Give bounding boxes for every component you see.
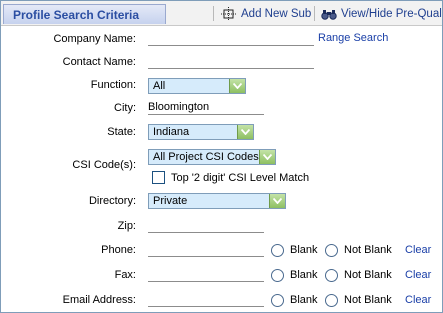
state-label: State: [107, 126, 136, 138]
directory-selected-value: Private [153, 195, 188, 207]
email-blank-radio[interactable] [271, 294, 284, 307]
fax-blank-radio[interactable] [271, 269, 284, 282]
directory-select[interactable]: Private [148, 193, 286, 209]
function-select[interactable]: All [148, 78, 246, 94]
zip-field[interactable] [148, 218, 264, 233]
city-field[interactable]: Bloomington [148, 100, 264, 115]
csi-codes-select[interactable]: All Project CSI Codes [148, 149, 276, 165]
add-new-sub-label: Add New Sub [241, 7, 312, 20]
phone-blank-radio[interactable] [271, 244, 284, 257]
fax-clear-link[interactable]: Clear [405, 269, 431, 281]
function-label: Function: [90, 79, 136, 91]
csi-codes-selected-value: All Project CSI Codes [153, 151, 259, 163]
view-hide-prequal-button[interactable]: View/Hide Pre-Qual C [321, 5, 443, 22]
function-selected-value: All [153, 80, 166, 92]
csi-level-match-checkbox[interactable] [152, 171, 165, 184]
email-not-blank-radio[interactable] [325, 294, 338, 307]
email-label: Email Address: [62, 294, 136, 306]
panel-title-tab[interactable]: Profile Search Criteria [3, 4, 166, 24]
state-selected-value: Indiana [153, 126, 190, 138]
phone-not-blank-label: Not Blank [344, 244, 392, 256]
state-select[interactable]: Indiana [148, 124, 254, 140]
phone-not-blank-radio[interactable] [325, 244, 338, 257]
toolbar: Profile Search Criteria Add New Sub View… [1, 1, 443, 26]
phone-blank-label: Blank [290, 244, 318, 256]
add-new-sub-button[interactable]: Add New Sub [221, 5, 311, 22]
binoculars-icon [321, 9, 337, 20]
chevron-down-icon[interactable] [259, 150, 275, 164]
email-field[interactable] [148, 292, 264, 307]
phone-field[interactable] [148, 242, 264, 257]
chevron-down-icon[interactable] [237, 125, 253, 139]
email-not-blank-label: Not Blank [344, 294, 392, 306]
toolbar-separator [213, 6, 214, 21]
fax-not-blank-radio[interactable] [325, 269, 338, 282]
contact-name-field[interactable] [148, 54, 314, 69]
city-label: City: [114, 102, 136, 114]
fax-blank-label: Blank [290, 269, 318, 281]
email-clear-link[interactable]: Clear [405, 294, 431, 306]
fax-not-blank-label: Not Blank [344, 269, 392, 281]
directory-label: Directory: [88, 195, 136, 207]
company-name-field[interactable] [148, 31, 314, 46]
chevron-down-icon[interactable] [269, 194, 285, 208]
phone-label: Phone: [101, 244, 136, 256]
chevron-down-icon[interactable] [229, 79, 245, 93]
csi-level-match-label: Top '2 digit' CSI Level Match [171, 172, 310, 184]
toolbar-separator [314, 6, 315, 21]
csi-codes-label: CSI Code(s): [72, 159, 136, 171]
fax-field[interactable] [148, 267, 264, 282]
email-blank-label: Blank [290, 294, 318, 306]
add-sub-icon [221, 6, 237, 21]
contact-name-label: Contact Name: [62, 56, 136, 68]
view-hide-label: View/Hide Pre-Qual C [341, 7, 443, 20]
search-criteria-panel: Profile Search Criteria Add New Sub View… [0, 0, 443, 313]
company-name-label: Company Name: [53, 33, 136, 45]
zip-label: Zip: [117, 220, 136, 232]
range-search-link[interactable]: Range Search [318, 32, 388, 44]
fax-label: Fax: [114, 269, 136, 281]
phone-clear-link[interactable]: Clear [405, 244, 431, 256]
